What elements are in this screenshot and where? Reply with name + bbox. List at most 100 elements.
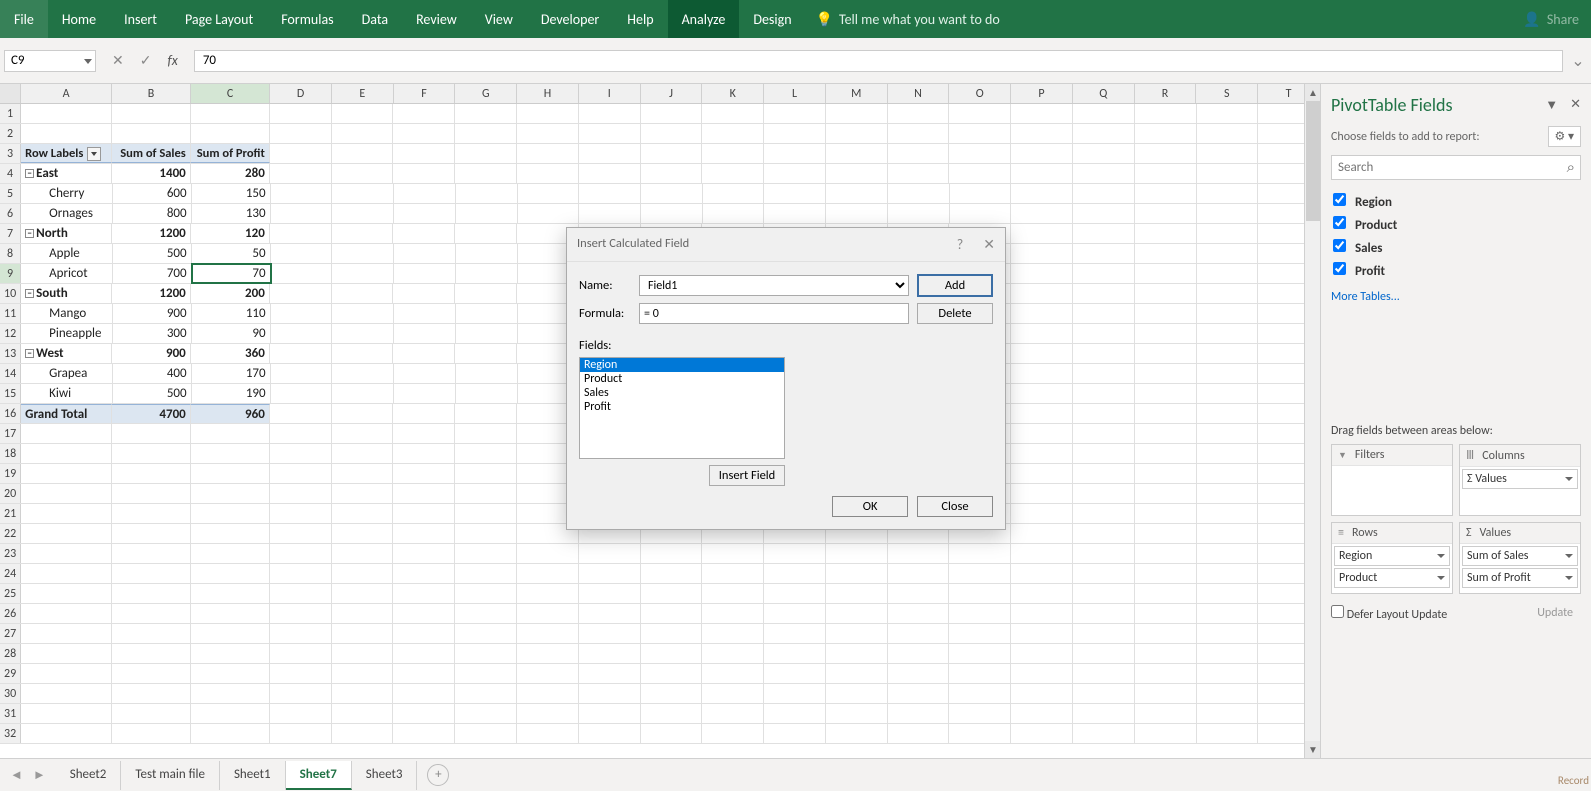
cell[interactable] <box>393 344 455 363</box>
cell[interactable] <box>826 184 888 203</box>
cell[interactable] <box>393 464 455 483</box>
cell[interactable] <box>1073 184 1135 203</box>
cell[interactable] <box>456 304 518 323</box>
cell[interactable] <box>456 384 518 403</box>
row-header-11[interactable]: 11 <box>0 304 21 323</box>
cell[interactable] <box>517 664 579 683</box>
cell[interactable]: Apple <box>21 244 112 263</box>
cell[interactable] <box>1073 164 1135 183</box>
row-header-24[interactable]: 24 <box>0 564 21 583</box>
cell[interactable] <box>826 584 888 603</box>
cell[interactable] <box>1197 364 1259 383</box>
cell[interactable] <box>191 484 270 503</box>
cell[interactable] <box>455 444 517 463</box>
scrollbar-thumb[interactable] <box>1306 101 1320 221</box>
cell[interactable] <box>1011 244 1073 263</box>
cell[interactable] <box>764 704 826 723</box>
cell[interactable] <box>826 704 888 723</box>
cell[interactable] <box>702 584 764 603</box>
row-header-25[interactable]: 25 <box>0 584 21 603</box>
row-header-26[interactable]: 26 <box>0 604 21 623</box>
cell[interactable] <box>332 644 394 663</box>
cell[interactable] <box>191 444 270 463</box>
row-header-13[interactable]: 13 <box>0 344 21 363</box>
cell[interactable]: 960 <box>191 404 270 423</box>
cell[interactable] <box>455 704 517 723</box>
cell[interactable]: 70 <box>192 264 271 283</box>
cell[interactable] <box>270 544 332 563</box>
cell[interactable] <box>949 704 1011 723</box>
cell[interactable] <box>1197 484 1259 503</box>
row-labels-filter-icon[interactable] <box>87 147 101 161</box>
values-area[interactable]: Values Sum of SalesSum of Profit <box>1459 522 1581 594</box>
row-header-21[interactable]: 21 <box>0 504 21 523</box>
row-header-3[interactable]: 3 <box>0 144 21 163</box>
cell[interactable] <box>1011 144 1073 163</box>
cell[interactable] <box>332 444 394 463</box>
cell[interactable] <box>764 204 826 223</box>
cell[interactable] <box>949 604 1011 623</box>
cell[interactable]: 400 <box>113 364 192 383</box>
column-header-D[interactable]: D <box>270 84 332 103</box>
cell[interactable] <box>393 564 455 583</box>
cell[interactable] <box>191 464 270 483</box>
cell[interactable] <box>1197 304 1259 323</box>
cell[interactable] <box>949 144 1011 163</box>
cell[interactable] <box>1135 464 1197 483</box>
cell[interactable] <box>393 704 455 723</box>
collapse-icon[interactable]: − <box>25 349 34 358</box>
cell[interactable] <box>455 224 517 243</box>
cell[interactable] <box>764 644 826 663</box>
cell[interactable] <box>455 124 517 143</box>
cell[interactable] <box>1011 364 1073 383</box>
close-button[interactable]: Close <box>917 496 993 517</box>
cell[interactable] <box>21 444 112 463</box>
cell[interactable] <box>1135 624 1197 643</box>
cell[interactable] <box>641 704 703 723</box>
cell[interactable] <box>1073 584 1135 603</box>
cell[interactable]: 4700 <box>112 404 191 423</box>
cell[interactable] <box>702 544 764 563</box>
cell[interactable] <box>1011 464 1073 483</box>
cell[interactable] <box>702 704 764 723</box>
cell[interactable] <box>456 264 518 283</box>
cell[interactable] <box>332 124 394 143</box>
cell[interactable] <box>1135 124 1197 143</box>
cell[interactable] <box>888 584 950 603</box>
cell[interactable] <box>702 664 764 683</box>
cell[interactable] <box>394 244 456 263</box>
cell[interactable] <box>112 544 191 563</box>
row-header-1[interactable]: 1 <box>0 104 21 123</box>
cell[interactable] <box>1073 644 1135 663</box>
cell[interactable] <box>1197 404 1259 423</box>
cell[interactable] <box>394 264 456 283</box>
cell[interactable] <box>1197 444 1259 463</box>
cell[interactable] <box>112 464 191 483</box>
cell[interactable] <box>1197 164 1259 183</box>
cell[interactable] <box>641 644 703 663</box>
cell[interactable] <box>393 104 455 123</box>
columns-area[interactable]: Columns Σ Values <box>1459 444 1581 516</box>
cell[interactable] <box>393 164 455 183</box>
cell[interactable] <box>455 344 517 363</box>
cell[interactable] <box>1073 604 1135 623</box>
cell[interactable] <box>1073 664 1135 683</box>
cell[interactable]: −South <box>21 284 112 303</box>
cell[interactable] <box>641 584 703 603</box>
cell[interactable] <box>270 524 332 543</box>
column-header-F[interactable]: F <box>394 84 456 103</box>
cell[interactable] <box>455 504 517 523</box>
cell[interactable] <box>1197 604 1259 623</box>
row-header-30[interactable]: 30 <box>0 684 21 703</box>
cell[interactable] <box>1073 464 1135 483</box>
row-header-23[interactable]: 23 <box>0 544 21 563</box>
cell[interactable] <box>455 164 517 183</box>
cell[interactable] <box>191 664 270 683</box>
cell[interactable] <box>191 524 270 543</box>
cell[interactable] <box>1135 704 1197 723</box>
fields-list-item[interactable]: Profit <box>580 400 784 414</box>
cell[interactable] <box>191 544 270 563</box>
cell[interactable] <box>112 484 191 503</box>
cell[interactable] <box>1197 424 1259 443</box>
cell[interactable] <box>1135 284 1197 303</box>
